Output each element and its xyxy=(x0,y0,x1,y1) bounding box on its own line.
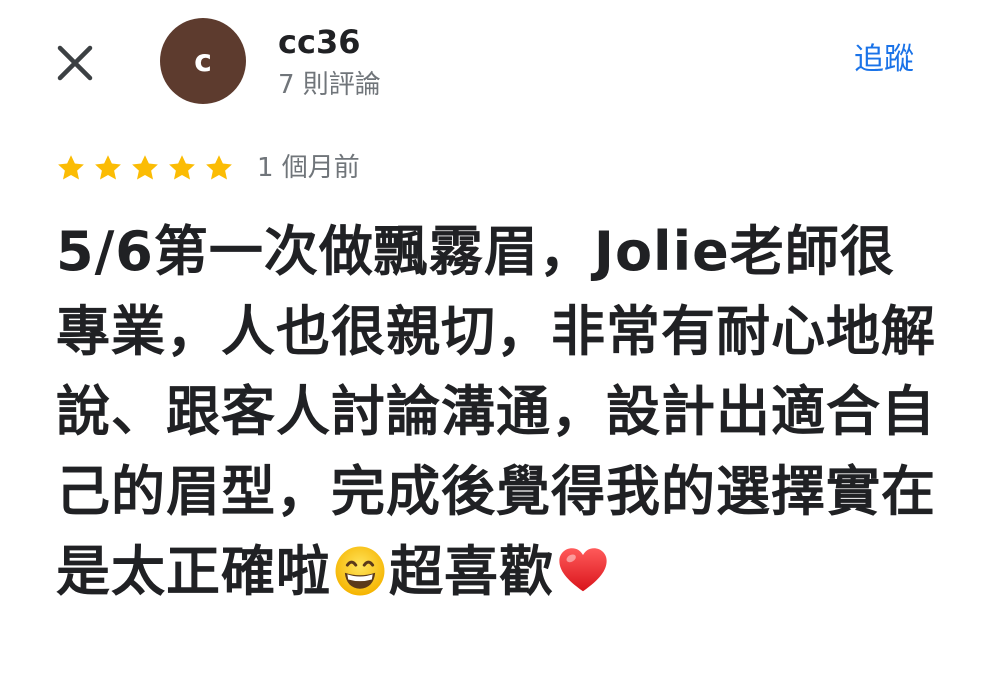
star-rating xyxy=(56,153,241,183)
review-count: 7 則評論 xyxy=(278,70,381,100)
reviewer-name[interactable]: cc36 xyxy=(278,22,360,62)
review-text: 5/6第一次做飄霧眉，Jolie老師很專業，人也很親切，非常有耐心地解說、跟客人… xyxy=(56,212,946,612)
follow-button[interactable]: 追蹤 xyxy=(854,40,914,80)
star-icon xyxy=(132,155,158,180)
review-time: 1 個月前 xyxy=(257,153,360,183)
close-button[interactable] xyxy=(50,38,100,88)
star-icon xyxy=(95,155,121,180)
star-icon xyxy=(58,155,84,180)
close-icon xyxy=(57,45,93,81)
avatar-letter: c xyxy=(194,43,212,79)
star-icon xyxy=(169,155,195,180)
avatar[interactable]: c xyxy=(160,18,246,104)
star-icon xyxy=(206,155,232,180)
grinning-face-emoji-icon xyxy=(335,546,385,596)
review-text-ending: 超喜歡 xyxy=(389,540,554,603)
red-heart-icon xyxy=(559,548,607,592)
rating-row: 1 個月前 xyxy=(56,150,360,186)
